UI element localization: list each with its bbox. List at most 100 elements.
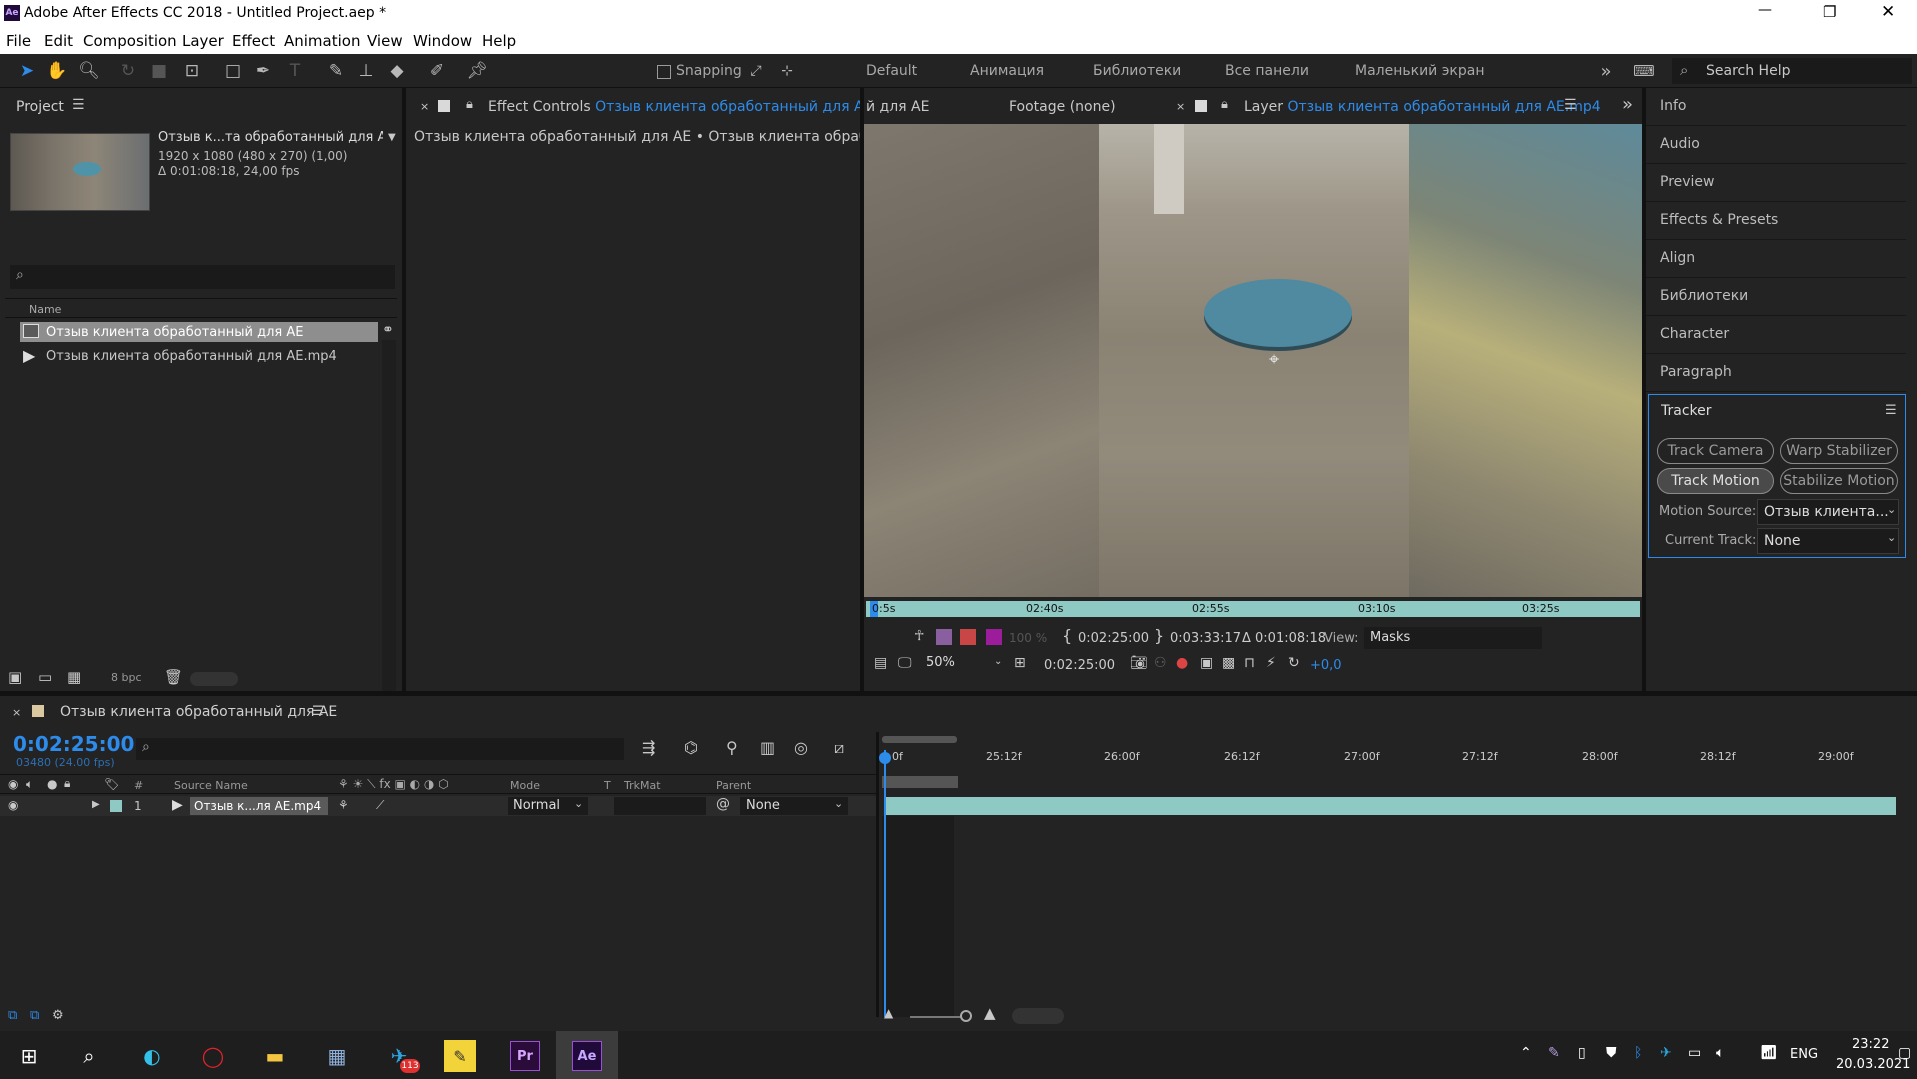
- notification-icon[interactable]: ▢: [1898, 1045, 1911, 1061]
- reset-exposure-icon[interactable]: ↻: [1288, 655, 1300, 671]
- clone-stamp-tool-icon[interactable]: ⊥: [355, 60, 377, 82]
- project-row-footage[interactable]: ▶ Отзыв клиента обработанный для AE.mp4: [20, 346, 378, 366]
- close-tab-icon[interactable]: ×: [1176, 100, 1185, 113]
- parent-select[interactable]: None: [740, 797, 848, 815]
- pickwhip-icon[interactable]: @: [716, 796, 730, 812]
- workspace-editor-icon[interactable]: ⌨: [1632, 60, 1656, 82]
- pen-icon[interactable]: ✎: [1548, 1045, 1560, 1061]
- toggle-modes-icon[interactable]: ⧉: [30, 1008, 39, 1023]
- selection-tool-icon[interactable]: ➤: [16, 60, 38, 82]
- menu-view[interactable]: View: [367, 32, 403, 50]
- search-icon[interactable]: ⌕: [70, 1037, 108, 1075]
- panel-effects-presets[interactable]: Effects & Presets: [1646, 202, 1906, 240]
- edge-icon[interactable]: ◐: [133, 1037, 171, 1075]
- project-hscroll[interactable]: [190, 672, 238, 686]
- timeline-timecode[interactable]: 0:02:25:00: [13, 732, 134, 756]
- frame-blending-icon[interactable]: ▥: [760, 738, 775, 757]
- close-tab-icon[interactable]: ×: [420, 100, 429, 113]
- search-help-field[interactable]: ⌕ Search Help: [1672, 58, 1912, 84]
- draft-3d-icon[interactable]: ⌬: [684, 738, 698, 757]
- menu-file[interactable]: File: [6, 32, 31, 50]
- panel-libraries[interactable]: Библиотеки: [1646, 278, 1906, 316]
- expand-arrow-icon[interactable]: ▶: [92, 799, 100, 810]
- wifi-icon[interactable]: 📶︎: [1760, 1045, 1778, 1061]
- puppet-pin-tool-icon[interactable]: 📌︎: [466, 60, 488, 82]
- file-explorer-icon[interactable]: ▬: [256, 1037, 294, 1075]
- battery-icon[interactable]: ▭: [1688, 1045, 1701, 1061]
- layer-duration-bar[interactable]: [884, 797, 1896, 815]
- project-search-field[interactable]: ⌕: [10, 265, 395, 289]
- snapping-checkbox[interactable]: [657, 65, 671, 79]
- puppet-icon[interactable]: ☥: [914, 628, 924, 644]
- trash-icon[interactable]: 🗑︎: [164, 668, 183, 686]
- volume-icon[interactable]: 🔈︎: [1716, 1045, 1724, 1061]
- panel-audio[interactable]: Audio: [1646, 126, 1906, 164]
- monitor-icon[interactable]: 🖵︎: [898, 655, 912, 671]
- snapshot-icon[interactable]: 📷︎: [1130, 655, 1148, 671]
- menu-help[interactable]: Help: [482, 32, 516, 50]
- show-snapshot-icon[interactable]: ⚇: [1154, 655, 1167, 671]
- lock-icon[interactable]: 🔒︎: [1221, 97, 1228, 112]
- playhead-head[interactable]: [879, 752, 891, 764]
- work-area-bar[interactable]: [882, 736, 957, 743]
- partial-comp-tab[interactable]: й для AE: [866, 99, 929, 115]
- region-of-interest-icon[interactable]: ⊞: [1014, 655, 1026, 671]
- graph-editor-icon[interactable]: ⧄: [834, 738, 844, 758]
- bpc-label[interactable]: 8 bpc: [111, 671, 142, 684]
- quality-switch-icon[interactable]: ⟋: [376, 798, 384, 813]
- project-tab[interactable]: Project: [16, 99, 64, 129]
- transparency-grid-icon[interactable]: ▩: [1222, 655, 1235, 671]
- flowchart-icon[interactable]: ⚭: [382, 322, 394, 338]
- zoom-out-icon[interactable]: ▲: [884, 1006, 893, 1020]
- menu-layer[interactable]: Layer: [182, 32, 224, 50]
- magenta-swatch[interactable]: [986, 629, 1002, 645]
- tracker-title[interactable]: Tracker: [1661, 403, 1712, 419]
- in-point-icon[interactable]: {: [1062, 626, 1072, 645]
- language-indicator[interactable]: ENG: [1790, 1047, 1818, 1062]
- after-effects-taskbar-button[interactable]: Ae: [556, 1031, 618, 1079]
- menu-animation[interactable]: Animation: [284, 32, 360, 50]
- pixel-aspect-icon[interactable]: ⊓: [1244, 655, 1255, 671]
- lock-icon[interactable]: 🔒︎: [466, 97, 473, 112]
- onion-skin-red-icon[interactable]: [960, 629, 976, 645]
- panel-menu-icon[interactable]: ☰: [1885, 403, 1897, 418]
- track-camera-button[interactable]: Track Camera: [1657, 438, 1774, 464]
- panel-align[interactable]: Align: [1646, 240, 1906, 278]
- snap-features-icon[interactable]: ⊹: [776, 60, 798, 82]
- current-time-indicator[interactable]: [884, 750, 886, 1017]
- timeline-hscroll[interactable]: [1012, 1008, 1064, 1024]
- project-row-composition[interactable]: Отзыв клиента обработанный для AE: [20, 322, 378, 342]
- current-track-select[interactable]: None: [1757, 528, 1899, 554]
- trkmat-select[interactable]: [614, 797, 706, 815]
- pan-behind-tool-icon[interactable]: ⊡: [181, 60, 203, 82]
- menu-window[interactable]: Window: [413, 32, 472, 50]
- track-motion-button[interactable]: Track Motion: [1657, 468, 1774, 494]
- rotate-tool-icon[interactable]: ↻: [117, 60, 139, 82]
- close-button[interactable]: ✕: [1881, 2, 1895, 22]
- timeline-ruler[interactable]: 0f 25:12f 26:00f 26:12f 27:00f 27:12f 28…: [882, 748, 1900, 774]
- motion-blur-icon[interactable]: ◎: [794, 738, 808, 757]
- hand-tool-icon[interactable]: ✋: [46, 60, 68, 82]
- toggle-layer-switches-icon[interactable]: ⧉: [8, 1008, 17, 1023]
- workspace-overflow-icon[interactable]: »: [1596, 60, 1616, 82]
- layer-time-ruler[interactable]: 0:5s 02:40s 02:55s 03:10s 03:25s: [866, 601, 1640, 617]
- opacity-value[interactable]: 100 %: [1009, 631, 1047, 645]
- new-composition-icon[interactable]: ▦: [67, 668, 81, 686]
- sticky-notes-icon[interactable]: ✎: [444, 1040, 476, 1072]
- minimize-button[interactable]: —: [1758, 2, 1772, 18]
- shy-layers-icon[interactable]: ⚲: [726, 738, 738, 757]
- type-tool-icon[interactable]: T: [284, 60, 306, 82]
- new-folder-icon[interactable]: ▭: [38, 668, 52, 686]
- onion-skin-icon[interactable]: [936, 629, 952, 645]
- interpret-footage-icon[interactable]: ▣: [8, 668, 22, 686]
- security-icon[interactable]: ⛊: [1606, 1045, 1617, 1061]
- menu-composition[interactable]: Composition: [83, 32, 177, 50]
- menu-edit[interactable]: Edit: [44, 32, 73, 50]
- bluetooth-icon[interactable]: ᛒ: [1634, 1045, 1642, 1061]
- stabilize-motion-button[interactable]: Stabilize Motion: [1780, 468, 1898, 494]
- label-color-swatch[interactable]: [110, 800, 122, 812]
- layer-tab[interactable]: Layer Отзыв клиента обработанный для AE.…: [1244, 99, 1601, 115]
- crosshair-icon[interactable]: ⌖: [1269, 349, 1279, 370]
- brush-tool-icon[interactable]: ✎: [325, 60, 347, 82]
- channels-icon[interactable]: ●: [1176, 655, 1188, 671]
